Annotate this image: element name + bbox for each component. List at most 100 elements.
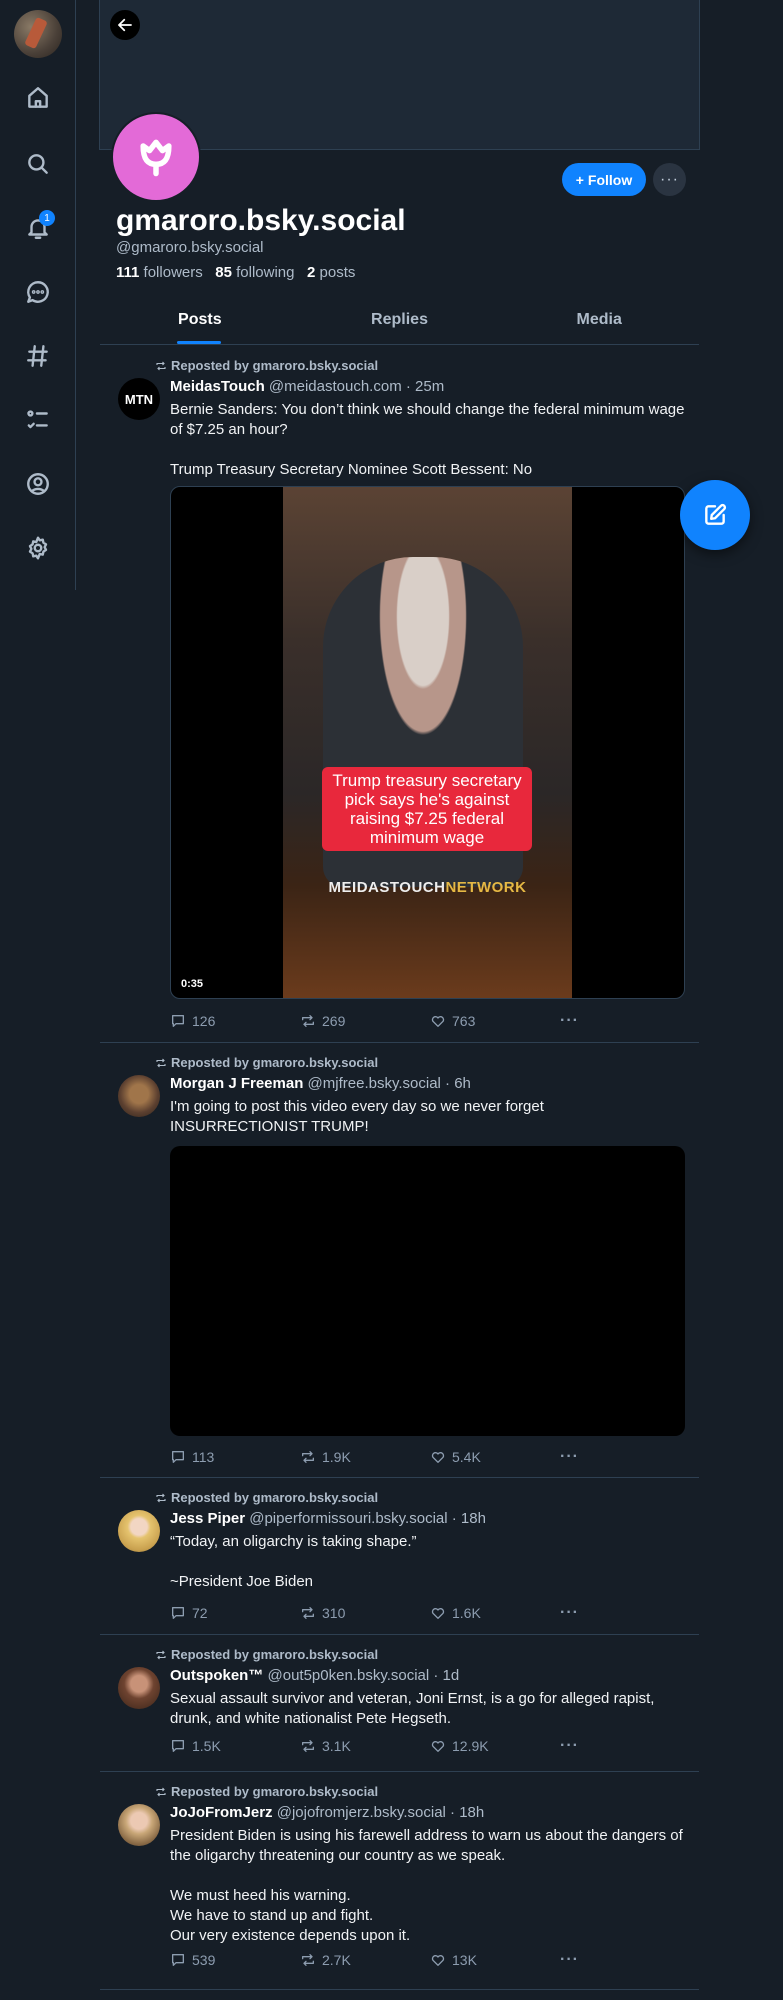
like-button[interactable]: 763 [430, 1011, 560, 1031]
repost-icon [302, 1015, 314, 1027]
repost-button[interactable]: 1.9K [300, 1447, 430, 1467]
author-meta: @jojofromjerz.bsky.social · 18h [276, 1804, 485, 1821]
post-text: Sexual assault survivor and veteran, Jon… [170, 1690, 655, 1727]
repost-indicator: Reposted by gmaroro.bsky.social [155, 1055, 378, 1070]
tab-posts[interactable]: Posts [100, 300, 300, 344]
repost-indicator: Reposted by gmaroro.bsky.social [155, 1784, 378, 1799]
author-name[interactable]: Jess Piper [170, 1510, 245, 1527]
list-icon[interactable] [22, 404, 54, 436]
search-icon[interactable] [22, 148, 54, 180]
profile-avatar[interactable] [111, 112, 201, 202]
profile-icon[interactable] [22, 468, 54, 500]
home-icon[interactable] [22, 82, 54, 114]
feed-post[interactable]: Reposted by gmaroro.bsky.social Morgan J… [100, 1043, 699, 1478]
video-player[interactable]: Trump treasury secretary pick says he's … [170, 486, 685, 999]
author-meta: @piperformissouri.bsky.social · 18h [249, 1510, 486, 1527]
reply-button[interactable]: 113 [170, 1447, 300, 1467]
video-player[interactable] [170, 1146, 685, 1436]
current-user-avatar[interactable] [14, 10, 62, 58]
repost-button[interactable]: 3.1K [300, 1736, 430, 1756]
profile-handle: @gmaroro.bsky.social [116, 239, 264, 256]
heart-icon [431, 1452, 445, 1463]
author-name[interactable]: Morgan J Freeman [170, 1075, 303, 1092]
feed-post[interactable]: Reposted by gmaroro.bsky.social JoJoFrom… [100, 1772, 699, 1990]
post-more-button[interactable]: ··· [560, 1011, 590, 1031]
chat-icon[interactable] [22, 276, 54, 308]
follow-label: Follow [587, 171, 633, 188]
video-caption: Trump treasury secretary pick says he's … [322, 767, 532, 851]
author-meta: @meidastouch.com · 25m [268, 378, 445, 395]
back-button[interactable] [110, 10, 140, 40]
posts-count: 2 posts [307, 264, 356, 281]
repost-icon [156, 1650, 166, 1659]
reply-button[interactable]: 126 [170, 1011, 300, 1031]
hashtag-icon[interactable] [22, 340, 54, 372]
comment-icon [172, 1015, 184, 1027]
more-icon: ··· [660, 170, 679, 188]
post-more-button[interactable]: ··· [560, 1447, 590, 1467]
feed-post[interactable]: Reposted by gmaroro.bsky.social MTN Meid… [100, 346, 699, 1043]
post-actions: 1.5K 3.1K 12.9K ··· [170, 1736, 590, 1756]
follow-button[interactable]: + Follow [562, 163, 646, 196]
author-name[interactable]: JoJoFromJerz [170, 1804, 273, 1821]
author-avatar[interactable] [118, 1510, 160, 1552]
followers-link[interactable]: 111 followers [116, 264, 203, 281]
following-link[interactable]: 85 following [215, 264, 294, 281]
post-header: Jess Piper @piperformissouri.bsky.social… [170, 1510, 486, 1527]
video-brand: MEIDASTOUCHNETWORK [328, 879, 527, 896]
author-meta: @mjfree.bsky.social · 6h [307, 1075, 471, 1092]
bell-icon[interactable]: 1 [22, 210, 55, 244]
compose-icon [705, 504, 726, 525]
gear-icon[interactable] [22, 532, 54, 564]
profile-more-button[interactable]: ··· [653, 163, 686, 196]
tab-replies[interactable]: Replies [300, 300, 500, 344]
post-header: Outspoken™ @out5p0ken.bsky.social · 1d [170, 1667, 459, 1684]
post-more-button[interactable]: ··· [560, 1603, 590, 1623]
author-avatar[interactable] [118, 1804, 160, 1846]
reply-button[interactable]: 539 [170, 1950, 300, 1970]
author-avatar[interactable] [118, 1667, 160, 1709]
feed-post[interactable]: Reposted by gmaroro.bsky.social Jess Pip… [100, 1478, 699, 1635]
plus-icon: + [575, 171, 584, 188]
repost-indicator: Reposted by gmaroro.bsky.social [155, 1647, 378, 1662]
repost-icon [302, 1607, 314, 1619]
repost-icon [302, 1954, 314, 1966]
repost-button[interactable]: 2.7K [300, 1950, 430, 1970]
author-name[interactable]: MeidasTouch [170, 378, 265, 395]
post-header: MeidasTouch @meidastouch.com · 25m [170, 378, 444, 395]
profile-column: + Follow ··· gmaroro.bsky.social @gmaror… [99, 0, 700, 1990]
post-text: “Today, an oligarchy is taking shape.” ~… [170, 1533, 417, 1590]
post-more-button[interactable]: ··· [560, 1950, 590, 1970]
post-text: President Biden is using his farewell ad… [170, 1827, 683, 1944]
post-more-button[interactable]: ··· [560, 1736, 590, 1756]
post-text: I'm going to post this video every day s… [170, 1098, 544, 1135]
more-icon: ··· [560, 1951, 579, 1968]
video-duration: 0:35 [181, 978, 204, 990]
like-button[interactable]: 1.6K [430, 1603, 560, 1623]
video-frame: Trump treasury secretary pick says he's … [283, 487, 572, 998]
author-name[interactable]: Outspoken™ [170, 1667, 263, 1684]
post-header: Morgan J Freeman @mjfree.bsky.social · 6… [170, 1075, 471, 1092]
post-actions: 126 269 763 ··· [170, 1011, 590, 1031]
reply-button[interactable]: 72 [170, 1603, 300, 1623]
more-icon: ··· [560, 1604, 579, 1621]
repost-icon [156, 1787, 166, 1796]
repost-icon [302, 1451, 314, 1463]
repost-indicator: Reposted by gmaroro.bsky.social [155, 1490, 378, 1505]
reply-button[interactable]: 1.5K [170, 1736, 300, 1756]
like-button[interactable]: 5.4K [430, 1447, 560, 1467]
tab-media[interactable]: Media [499, 300, 699, 344]
author-avatar[interactable] [118, 1075, 160, 1117]
repost-icon [156, 1493, 166, 1502]
repost-button[interactable]: 310 [300, 1603, 430, 1623]
display-name: gmaroro.bsky.social [116, 204, 406, 237]
compose-button[interactable] [680, 480, 750, 550]
like-button[interactable]: 13K [430, 1950, 560, 1970]
heart-icon [431, 1016, 445, 1027]
arrow-left-icon [118, 18, 132, 32]
author-avatar[interactable]: MTN [118, 378, 160, 420]
feed-post[interactable]: Reposted by gmaroro.bsky.social Outspoke… [100, 1635, 699, 1772]
heart-icon [431, 1608, 445, 1619]
like-button[interactable]: 12.9K [430, 1736, 560, 1756]
repost-button[interactable]: 269 [300, 1011, 430, 1031]
